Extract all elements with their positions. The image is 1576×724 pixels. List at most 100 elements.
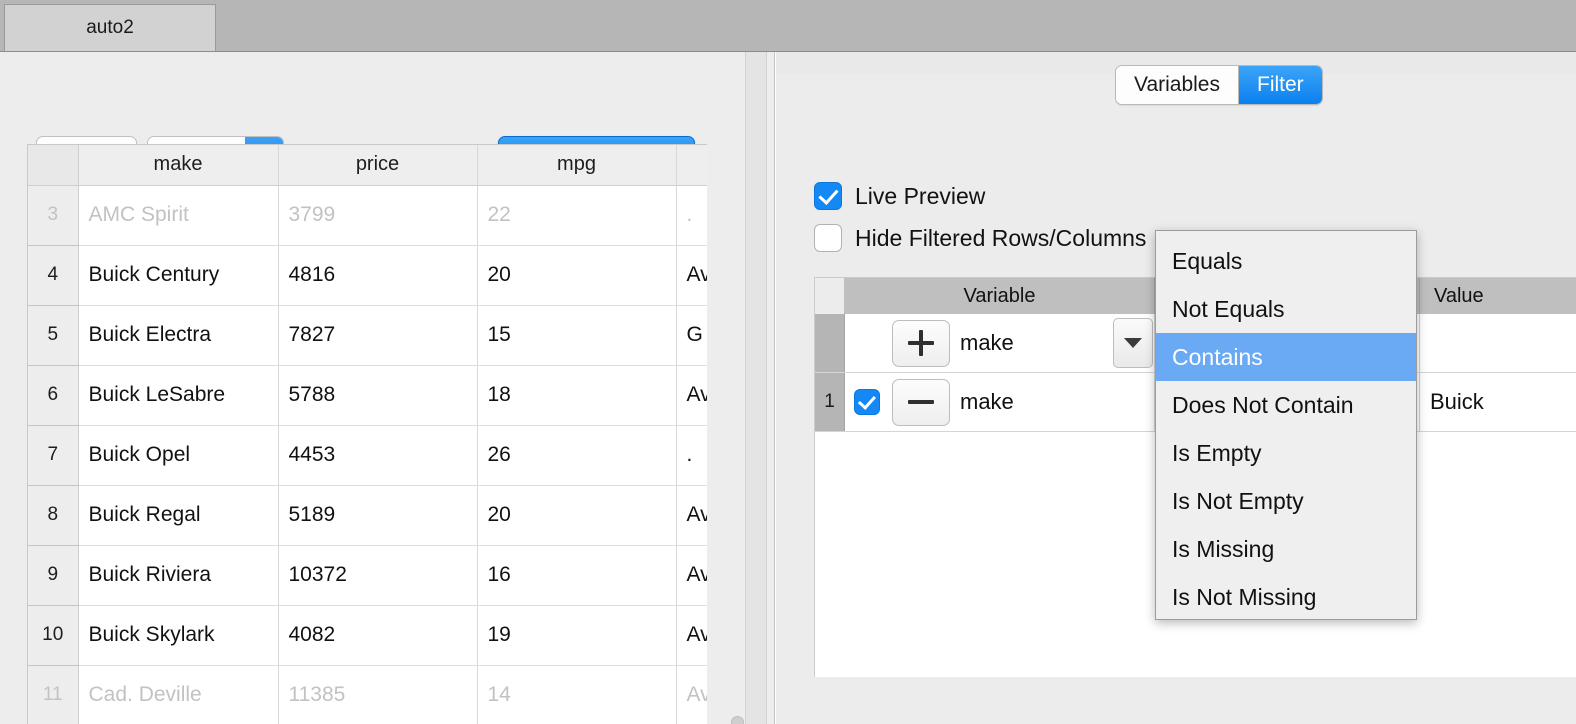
pane-splitter-grip[interactable]	[731, 716, 744, 724]
pane-splitter[interactable]	[745, 52, 767, 724]
remove-filter-button[interactable]	[892, 378, 950, 426]
tab-strip: auto2	[0, 0, 1576, 52]
cell-rep[interactable]: Av	[676, 665, 707, 724]
add-filter-button[interactable]	[892, 319, 950, 367]
table-row[interactable]: 6Buick LeSabre578818Av	[28, 365, 707, 426]
filter-enable-checkbox-slot	[852, 389, 882, 415]
operator-dropdown-menu[interactable]: Equals Not Equals Contains Does Not Contain…	[1155, 230, 1417, 620]
hide-filtered-checkbox[interactable]	[814, 224, 842, 252]
cell-price[interactable]: 10372	[278, 545, 478, 606]
cell-rep[interactable]: Av	[676, 245, 707, 306]
cell-make[interactable]: AMC Spirit	[78, 185, 279, 246]
cell-rep[interactable]: Av	[676, 545, 707, 606]
row-number-cell[interactable]: 5	[28, 305, 79, 366]
data-grid[interactable]: make price mpg 3 AMC Spirit 3799 22. 4 Buick …	[27, 144, 707, 724]
live-preview-checkbox[interactable]	[814, 182, 842, 210]
column-header-make[interactable]: make	[78, 145, 279, 186]
filter-column-header-variable: Variable	[845, 278, 1155, 314]
cell-price[interactable]: 11385	[278, 665, 478, 724]
table-row[interactable]: 8Buick Regal518920Av	[28, 485, 707, 546]
cell-make[interactable]: Buick LeSabre	[78, 365, 279, 426]
row-number-cell[interactable]: 3	[28, 185, 79, 246]
tab-auto2[interactable]: auto2	[4, 4, 216, 51]
cell-price[interactable]: 4453	[278, 425, 478, 486]
cell-mpg[interactable]: 20	[477, 245, 677, 306]
plus-icon-vertical	[919, 330, 923, 356]
menu-item[interactable]: Equals	[1156, 237, 1416, 285]
editor-toolbar	[0, 52, 775, 140]
live-preview-checkbox-row[interactable]: Live Preview	[814, 182, 985, 210]
cell-rep[interactable]: Av	[676, 605, 707, 666]
row-number-cell[interactable]: 8	[28, 485, 79, 546]
cell-make[interactable]: Buick Electra	[78, 305, 279, 366]
menu-item[interactable]: Is Missing	[1156, 525, 1416, 573]
cell-rep[interactable]: .	[676, 185, 707, 246]
cell-make[interactable]: Buick Century	[78, 245, 279, 306]
column-header-price[interactable]: price	[278, 145, 478, 186]
cell-price[interactable]: 5189	[278, 485, 478, 546]
column-header-mpg[interactable]: mpg	[477, 145, 677, 186]
cell-mpg[interactable]: 20	[477, 485, 677, 546]
row-number-cell[interactable]: 9	[28, 545, 79, 606]
cell-mpg[interactable]: 22	[477, 185, 677, 246]
cell-price[interactable]: 4816	[278, 245, 478, 306]
cell-make[interactable]: Buick Riviera	[78, 545, 279, 606]
filter-variable-dropdown-button[interactable]	[1113, 318, 1153, 368]
menu-item[interactable]: Contains	[1156, 333, 1416, 381]
row-number-cell[interactable]: 6	[28, 365, 79, 426]
tab-filter[interactable]: Filter	[1238, 66, 1322, 104]
tab-variables[interactable]: Variables	[1116, 66, 1238, 104]
table-row[interactable]: 7 Buick Opel 4453 26.	[28, 425, 707, 486]
cell-rep[interactable]: .	[676, 425, 707, 486]
cell-price[interactable]: 5788	[278, 365, 478, 426]
filter-variable-cell[interactable]: make	[845, 314, 1155, 372]
table-row[interactable]: 11Cad. Deville1138514Av	[28, 665, 707, 724]
row-number-cell[interactable]: 4	[28, 245, 79, 306]
cell-make[interactable]: Buick Skylark	[78, 605, 279, 666]
filter-enable-checkbox[interactable]	[854, 389, 880, 415]
data-editor-pane: Format Manage	[0, 52, 775, 724]
cell-make[interactable]: Cad. Deville	[78, 665, 279, 724]
cell-mpg[interactable]: 14	[477, 665, 677, 724]
filter-variable-name: make	[960, 389, 1014, 414]
menu-item[interactable]: Not Equals	[1156, 285, 1416, 333]
cell-mpg[interactable]: 15	[477, 305, 677, 366]
cell-price[interactable]: 7827	[278, 305, 478, 366]
filter-variable-cell[interactable]: make	[845, 373, 1155, 431]
cell-price[interactable]: 4082	[278, 605, 478, 666]
cell-mpg[interactable]: 16	[477, 545, 677, 606]
table-row[interactable]: 9Buick Riviera1037216Av	[28, 545, 707, 606]
table-row[interactable]: 10Buick Skylark408219Av	[28, 605, 707, 666]
row-number-cell[interactable]: 7	[28, 425, 79, 486]
cell-mpg[interactable]: 26	[477, 425, 677, 486]
cell-make[interactable]: Buick Opel	[78, 425, 279, 486]
table-row[interactable]: 3 AMC Spirit 3799 22.	[28, 185, 707, 246]
cell-price[interactable]: 3799	[278, 185, 478, 246]
cell-make[interactable]: Buick Regal	[78, 485, 279, 546]
row-number-cell[interactable]: 11	[28, 665, 79, 724]
cell-rep[interactable]: Av	[676, 485, 707, 546]
data-table-header-row: make price mpg	[28, 145, 707, 186]
filter-value-cell[interactable]: Buick	[1420, 373, 1576, 431]
filter-row-number	[815, 314, 845, 372]
row-number-cell[interactable]: 10	[28, 605, 79, 666]
panel-tab-group: Variables Filter	[1115, 65, 1323, 105]
cell-mpg[interactable]: 18	[477, 365, 677, 426]
filter-value-cell[interactable]	[1420, 314, 1576, 372]
menu-item[interactable]: Does Not Contain	[1156, 381, 1416, 429]
cell-rep[interactable]: G	[676, 305, 707, 366]
column-header-rep[interactable]	[676, 145, 707, 186]
table-row[interactable]: 5 Buick Electra 7827 15 G	[28, 305, 707, 366]
filter-grid-corner	[815, 278, 845, 314]
data-editor-window: auto2 Format Manage	[0, 0, 1576, 724]
data-table-body: 3AMC Spirit379922.4Buick Century481620Av…	[28, 185, 707, 724]
menu-item[interactable]: Is Empty	[1156, 429, 1416, 477]
table-row[interactable]: 4Buick Century481620Av	[28, 245, 707, 306]
tab-variables-label: Variables	[1134, 73, 1220, 96]
cell-rep[interactable]: Av	[676, 365, 707, 426]
menu-item[interactable]: Is Not Empty	[1156, 477, 1416, 525]
hide-filtered-checkbox-row[interactable]: Hide Filtered Rows/Columns	[814, 224, 1146, 252]
menu-item[interactable]: Is Not Missing	[1156, 573, 1416, 621]
hide-filtered-label: Hide Filtered Rows/Columns	[855, 224, 1147, 251]
cell-mpg[interactable]: 19	[477, 605, 677, 666]
